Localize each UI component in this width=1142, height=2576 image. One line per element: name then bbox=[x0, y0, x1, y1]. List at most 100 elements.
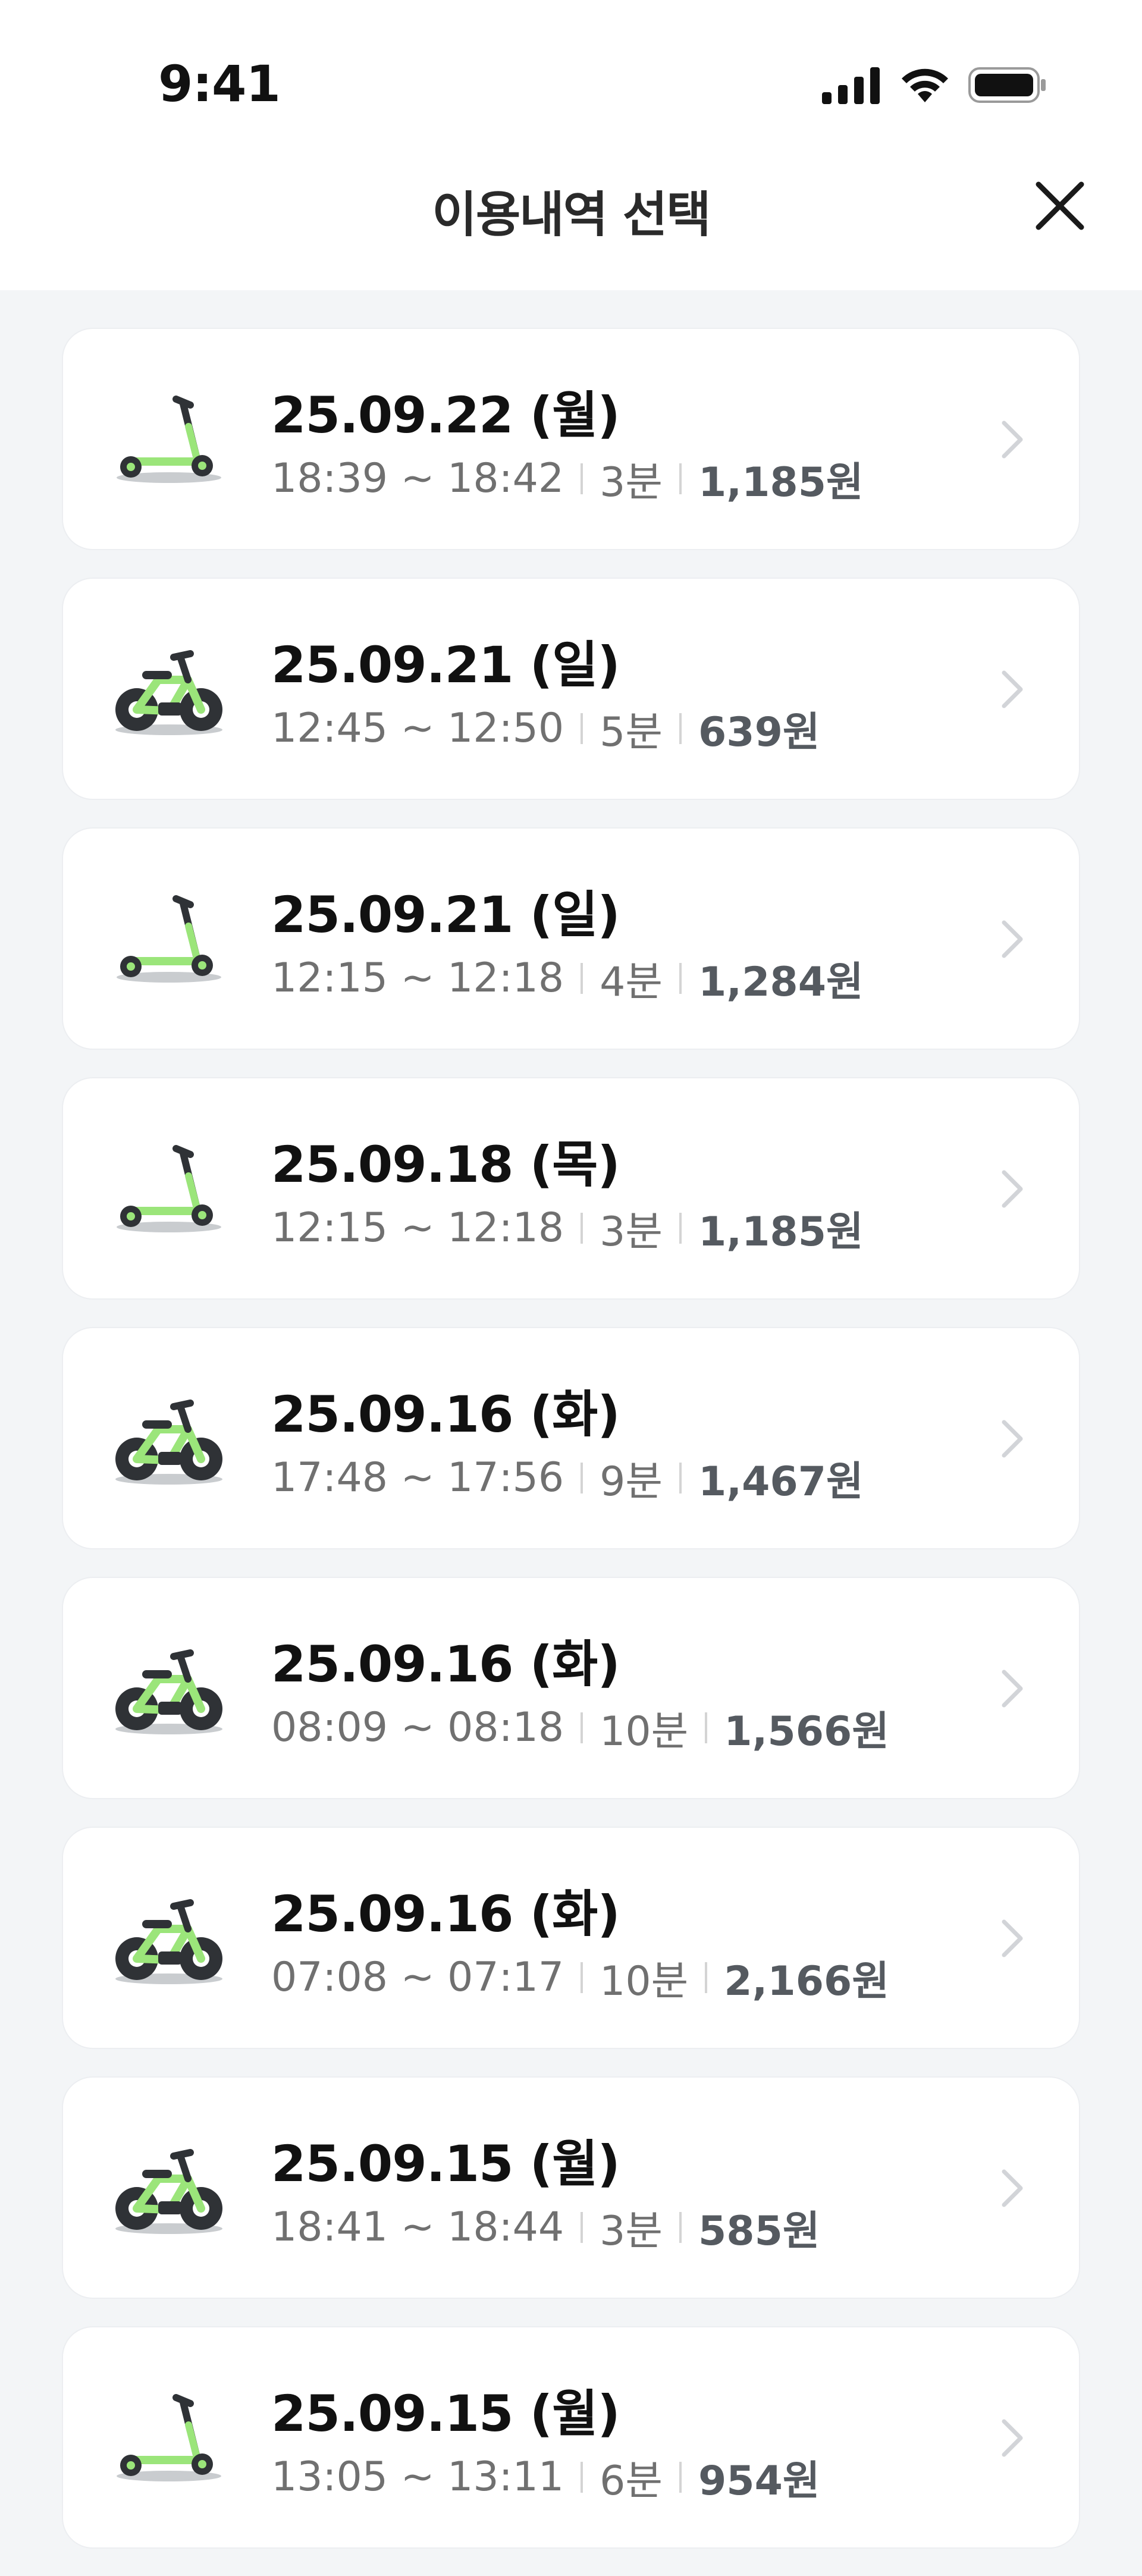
divider bbox=[581, 2461, 583, 2493]
divider bbox=[679, 2211, 682, 2243]
ride-date: 25.09.21 (일) bbox=[271, 636, 620, 694]
status-bar: 9:41 bbox=[0, 0, 1142, 149]
chevron-right-icon bbox=[999, 2167, 1025, 2210]
chevron-right-icon bbox=[999, 1917, 1025, 1960]
chevron-right-icon bbox=[999, 918, 1025, 961]
divider bbox=[679, 1212, 682, 1244]
ride-duration: 3분 bbox=[600, 459, 663, 506]
ride-price: 2,166원 bbox=[724, 1958, 889, 2005]
ride-time: 12:15 ~ 12:18 bbox=[271, 955, 564, 1002]
ride-time: 18:39 ~ 18:42 bbox=[271, 455, 564, 502]
ride-time: 07:08 ~ 07:17 bbox=[271, 1954, 564, 2001]
ride-meta: 12:15 ~ 12:18 4분 1,284원 bbox=[271, 949, 864, 1008]
ride-card[interactable]: 25.09.16 (화) 07:08 ~ 07:17 10분 2,166원 bbox=[62, 1827, 1080, 2049]
ride-date: 25.09.16 (화) bbox=[271, 1635, 620, 1693]
ride-date: 25.09.22 (월) bbox=[271, 386, 620, 444]
page-title: 이용내역 선택 bbox=[432, 187, 711, 243]
ride-duration: 5분 bbox=[600, 709, 663, 756]
ride-price: 639원 bbox=[698, 709, 820, 756]
ride-meta: 07:08 ~ 07:17 10분 2,166원 bbox=[271, 1948, 889, 2007]
divider bbox=[679, 463, 682, 494]
close-icon bbox=[1035, 181, 1085, 233]
divider bbox=[581, 463, 583, 494]
divider bbox=[581, 1462, 583, 1493]
ride-price: 1,467원 bbox=[698, 1458, 864, 1505]
ride-meta: 17:48 ~ 17:56 9분 1,467원 bbox=[271, 1448, 864, 1507]
status-time: 9:41 bbox=[158, 55, 281, 113]
scooter-icon bbox=[111, 888, 227, 989]
ride-card[interactable]: 25.09.15 (월) 13:05 ~ 13:11 6분 954원 bbox=[62, 2326, 1080, 2549]
ride-card[interactable]: 25.09.16 (화) 17:48 ~ 17:56 9분 1,467원 bbox=[62, 1327, 1080, 1549]
ride-time: 17:48 ~ 17:56 bbox=[271, 1454, 564, 1501]
battery-icon bbox=[968, 66, 1047, 106]
ride-date: 25.09.15 (월) bbox=[271, 2135, 620, 2193]
ride-date: 25.09.16 (화) bbox=[271, 1385, 620, 1444]
status-icons bbox=[822, 65, 1047, 107]
ride-date: 25.09.18 (목) bbox=[271, 1135, 620, 1194]
ride-meta: 08:09 ~ 08:18 10분 1,566원 bbox=[271, 1698, 889, 1757]
divider bbox=[679, 713, 682, 744]
ride-duration: 10분 bbox=[600, 1708, 689, 1755]
close-button[interactable] bbox=[1031, 178, 1088, 236]
ride-duration: 3분 bbox=[600, 2208, 663, 2255]
divider bbox=[679, 962, 682, 994]
header: 이용내역 선택 bbox=[0, 149, 1142, 290]
ride-price: 1,566원 bbox=[724, 1708, 889, 1755]
divider bbox=[581, 1212, 583, 1244]
bike-icon bbox=[111, 638, 227, 739]
ride-card[interactable]: 25.09.18 (목) 12:15 ~ 12:18 3분 1,185원 bbox=[62, 1077, 1080, 1300]
divider bbox=[581, 2211, 583, 2243]
divider bbox=[581, 713, 583, 744]
ride-card[interactable]: 25.09.21 (일) 12:15 ~ 12:18 4분 1,284원 bbox=[62, 827, 1080, 1050]
ride-card[interactable]: 25.09.22 (월) 18:39 ~ 18:42 3분 1,185원 bbox=[62, 328, 1080, 550]
ride-price: 585원 bbox=[698, 2208, 820, 2255]
divider bbox=[705, 1962, 708, 1993]
bike-icon bbox=[111, 1887, 227, 1988]
ride-date: 25.09.15 (월) bbox=[271, 2384, 620, 2443]
ride-duration: 6분 bbox=[600, 2458, 663, 2505]
divider bbox=[679, 2461, 682, 2493]
ride-time: 12:45 ~ 12:50 bbox=[271, 705, 564, 752]
chevron-right-icon bbox=[999, 1417, 1025, 1460]
ride-price: 1,185원 bbox=[698, 459, 864, 506]
signal-icon bbox=[822, 66, 881, 106]
chevron-right-icon bbox=[999, 1667, 1025, 1710]
chevron-right-icon bbox=[999, 668, 1025, 711]
scooter-icon bbox=[111, 1138, 227, 1239]
ride-duration: 10분 bbox=[600, 1958, 689, 2005]
divider bbox=[581, 1962, 583, 1993]
ride-duration: 3분 bbox=[600, 1209, 663, 1256]
ride-history-list: 25.09.22 (월) 18:39 ~ 18:42 3분 1,185원 25.09.… bbox=[62, 328, 1080, 2576]
bike-icon bbox=[111, 1637, 227, 1739]
divider bbox=[581, 1712, 583, 1743]
ride-price: 1,185원 bbox=[698, 1209, 864, 1256]
ride-time: 12:15 ~ 12:18 bbox=[271, 1204, 564, 1251]
divider bbox=[581, 962, 583, 994]
divider bbox=[679, 1462, 682, 1493]
ride-date: 25.09.21 (일) bbox=[271, 886, 620, 944]
divider bbox=[705, 1712, 708, 1743]
ride-time: 18:41 ~ 18:44 bbox=[271, 2204, 564, 2251]
ride-card[interactable]: 25.09.21 (일) 12:45 ~ 12:50 5분 639원 bbox=[62, 578, 1080, 800]
ride-card[interactable]: 25.09.16 (화) 08:09 ~ 08:18 10분 1,566원 bbox=[62, 1577, 1080, 1799]
ride-date: 25.09.16 (화) bbox=[271, 1885, 620, 1943]
ride-card[interactable]: 25.09.15 (월) 18:41 ~ 18:44 3분 585원 bbox=[62, 2076, 1080, 2299]
bike-icon bbox=[111, 1388, 227, 1489]
chevron-right-icon bbox=[999, 1168, 1025, 1210]
ride-time: 08:09 ~ 08:18 bbox=[271, 1704, 564, 1751]
bike-icon bbox=[111, 2137, 227, 2238]
ride-price: 1,284원 bbox=[698, 959, 864, 1006]
ride-meta: 13:05 ~ 13:11 6분 954원 bbox=[271, 2448, 820, 2506]
ride-meta: 12:45 ~ 12:50 5분 639원 bbox=[271, 699, 820, 758]
ride-meta: 18:41 ~ 18:44 3분 585원 bbox=[271, 2198, 820, 2257]
scooter-icon bbox=[111, 388, 227, 490]
ride-duration: 4분 bbox=[600, 959, 663, 1006]
ride-meta: 12:15 ~ 12:18 3분 1,185원 bbox=[271, 1198, 864, 1257]
wifi-icon bbox=[898, 65, 952, 107]
ride-meta: 18:39 ~ 18:42 3분 1,185원 bbox=[271, 449, 864, 508]
ride-duration: 9분 bbox=[600, 1458, 663, 1505]
chevron-right-icon bbox=[999, 418, 1025, 461]
ride-time: 13:05 ~ 13:11 bbox=[271, 2453, 564, 2500]
ride-price: 954원 bbox=[698, 2458, 820, 2505]
chevron-right-icon bbox=[999, 2417, 1025, 2459]
